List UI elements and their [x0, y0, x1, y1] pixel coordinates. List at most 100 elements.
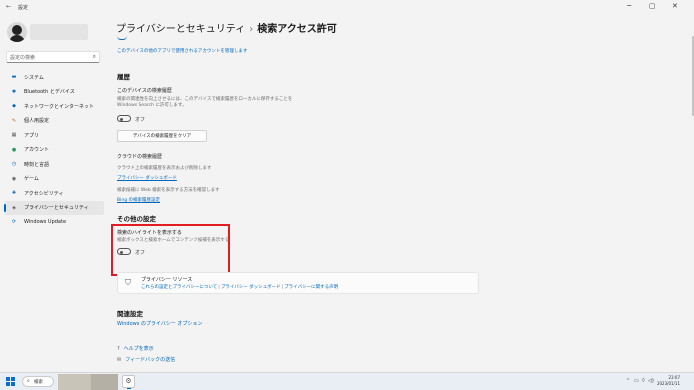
tray-network-icon[interactable]: ▭: [634, 378, 639, 384]
settings-search-input[interactable]: 設定の検索 ⌕: [6, 51, 100, 63]
sidebar-item[interactable]: ▦ アプリ: [4, 128, 104, 143]
sidebar-item-label: 時刻と言語: [24, 161, 50, 168]
account-name-redacted: [30, 24, 88, 40]
tray-chevron-icon[interactable]: ⌃: [626, 378, 630, 384]
taskbar-thumbnail: [91, 374, 118, 390]
taskbar-search-label: 検索: [34, 380, 43, 385]
sidebar-item-icon: ◆: [12, 103, 16, 110]
back-arrow-icon[interactable]: ←: [6, 3, 11, 10]
cloud-history-desc: クラウド上の検索履歴を表示および削除します: [117, 166, 212, 171]
search-highlight-title: 検索のハイライトを表示する: [117, 230, 182, 236]
sidebar-item-icon: ✎: [11, 117, 17, 124]
close-button[interactable]: ✕: [672, 2, 678, 10]
help-link[interactable]: ? ヘルプを表示: [117, 345, 154, 352]
device-history-toggle[interactable]: [117, 115, 131, 122]
clear-device-history-button[interactable]: デバイスの検索履歴をクリア: [117, 130, 207, 142]
privacy-dashboard-card-link[interactable]: プライバシー ダッシュボード: [221, 285, 281, 290]
title-bar: ← 設定 ─ ▢ ✕: [0, 0, 694, 14]
sidebar-item[interactable]: ◆ ネットワークとインターネット: [4, 99, 104, 114]
help-label: ヘルプを表示: [123, 346, 154, 352]
breadcrumb-separator: ›: [249, 24, 254, 35]
sidebar-item[interactable]: ● アカウント: [4, 143, 104, 158]
tray-wifi-icon[interactable]: ⌔: [641, 378, 646, 384]
search-highlight-desc: 検索ボックスと検索ホームでコンテンツ候補を表示する: [117, 238, 230, 243]
web-search-desc: 検索候補に Web 検索を表示する方法を確認します: [117, 188, 220, 193]
window-title: 設定: [18, 5, 29, 11]
shield-icon: ⛉: [125, 278, 131, 287]
page-title: プライバシーとセキュリティ › 検索アクセス許可: [116, 20, 337, 35]
sidebar-item-icon: ◉: [11, 175, 17, 182]
sidebar-item-label: Bluetooth とデバイス: [24, 89, 75, 96]
sidebar-item-label: アカウント: [24, 147, 50, 154]
settings-app-icon[interactable]: ⚙: [122, 375, 135, 389]
search-highlight-toggle[interactable]: [117, 248, 131, 255]
clock-date: 2023/01/11: [656, 381, 680, 386]
sidebar-item[interactable]: ✱ Bluetooth とデバイス: [4, 85, 104, 100]
privacy-about-link[interactable]: これらの設定とプライバシーについて: [141, 285, 217, 290]
sidebar-item-icon: ◈: [12, 204, 16, 211]
sidebar-item-label: プライバシーとセキュリティ: [24, 205, 89, 212]
breadcrumb-parent[interactable]: プライバシーとセキュリティ: [116, 24, 245, 35]
sidebar-item-icon: ◷: [11, 161, 17, 168]
bing-history-link[interactable]: Bing の検索履歴設定: [117, 197, 160, 203]
feedback-link[interactable]: ✉ フィードバックの送信: [117, 356, 175, 363]
windows-start-icon[interactable]: [6, 377, 15, 386]
sidebar-nav: ▬ システム ✱ Bluetooth とデバイス ◆ ネットワークとインターネット ✎ 個人用…: [4, 70, 104, 230]
sidebar-item-label: 個人用設定: [24, 118, 50, 125]
avatar-body: [9, 35, 25, 42]
main-content: プライバシーとセキュリティ › 検索アクセス許可 このデバイスの他のアプリで使用され…: [108, 14, 694, 372]
sidebar-item[interactable]: ◈ プライバシーとセキュリティ: [4, 200, 104, 215]
windows-privacy-options-link[interactable]: Windows のプライバシー オプション: [117, 320, 202, 327]
device-history-desc-2: Windows Search に許可します。: [117, 103, 187, 108]
taskbar: ⌕ 検索 ⚙ ⌃ ▭ ⌔ ◁) 23:07 2023/01/11: [0, 372, 694, 390]
link-separator: |: [218, 285, 220, 290]
history-heading: 履歴: [117, 73, 130, 81]
sidebar: 設定の検索 ⌕ ▬ システム ✱ Bluetooth とデバイス ◆ ネットワークとインタ…: [0, 14, 108, 372]
help-icon: ?: [117, 346, 120, 352]
sidebar-item-icon: ⟳: [11, 219, 17, 226]
sidebar-item[interactable]: ◉ ゲーム: [4, 172, 104, 187]
link-separator: |: [281, 285, 284, 290]
search-placeholder: 設定の検索: [10, 55, 36, 61]
sidebar-item-label: アクセシビリティ: [24, 190, 64, 197]
search-icon[interactable]: ⌕: [93, 53, 96, 61]
privacy-statement-link[interactable]: プライバシーに関する声明: [284, 285, 338, 290]
related-settings-heading: 関連設定: [117, 310, 143, 318]
device-history-title: このデバイスの検索履歴: [117, 88, 172, 94]
sidebar-item-icon: ✚: [11, 190, 17, 197]
taskbar-thumbnail: [58, 374, 91, 390]
search-highlight-toggle-label: オフ: [135, 250, 146, 256]
sidebar-item[interactable]: ▬ システム: [4, 70, 104, 85]
minimize-button[interactable]: ─: [627, 2, 631, 10]
sidebar-item-icon: ▬: [11, 74, 17, 81]
privacy-resources-title: プライバシー リソース: [141, 277, 193, 283]
sidebar-item[interactable]: ◷ 時刻と言語: [4, 157, 104, 172]
privacy-dashboard-link[interactable]: プライバシー ダッシュボード: [117, 175, 177, 181]
sidebar-item-label: ネットワークとインターネット: [24, 103, 95, 110]
avatar[interactable]: [7, 22, 27, 42]
sidebar-item[interactable]: ✎ 個人用設定: [4, 114, 104, 129]
collapsed-section-edge: [117, 36, 127, 40]
more-settings-heading: その他の設定: [117, 215, 156, 223]
sidebar-item-label: システム: [24, 74, 44, 81]
taskbar-search-box[interactable]: ⌕ 検索: [22, 376, 54, 387]
cloud-history-title: クラウドの検索履歴: [117, 154, 163, 160]
feedback-icon: ✉: [117, 357, 122, 363]
breadcrumb-current: 検索アクセス許可: [257, 24, 337, 35]
taskbar-clock[interactable]: 23:07 2023/01/11: [652, 375, 680, 387]
privacy-resources-card: ⛉ プライバシー リソース これらの設定とプライバシーについて|プライバシー ダ…: [117, 272, 479, 294]
feedback-label: フィードバックの送信: [125, 357, 176, 363]
sidebar-item[interactable]: ⟳ Windows Update: [4, 215, 104, 230]
maximize-button[interactable]: ▢: [649, 2, 656, 10]
sidebar-item-label: Windows Update: [24, 219, 67, 226]
sidebar-item[interactable]: ✚ アクセシビリティ: [4, 186, 104, 201]
taskbar-search-icon: ⌕: [27, 378, 30, 384]
sidebar-item-icon: ✱: [11, 88, 17, 95]
sidebar-item-label: アプリ: [24, 132, 40, 139]
avatar-head: [12, 25, 22, 35]
device-history-toggle-label: オフ: [135, 117, 146, 123]
privacy-resources-links: これらの設定とプライバシーについて|プライバシー ダッシュボード|プライバシーに…: [141, 284, 338, 290]
sidebar-item-icon: ●: [11, 146, 17, 153]
manage-accounts-link[interactable]: このデバイスの他のアプリで使用されるアカウントを管理します: [117, 48, 247, 54]
sidebar-item-icon: ▦: [11, 132, 17, 139]
